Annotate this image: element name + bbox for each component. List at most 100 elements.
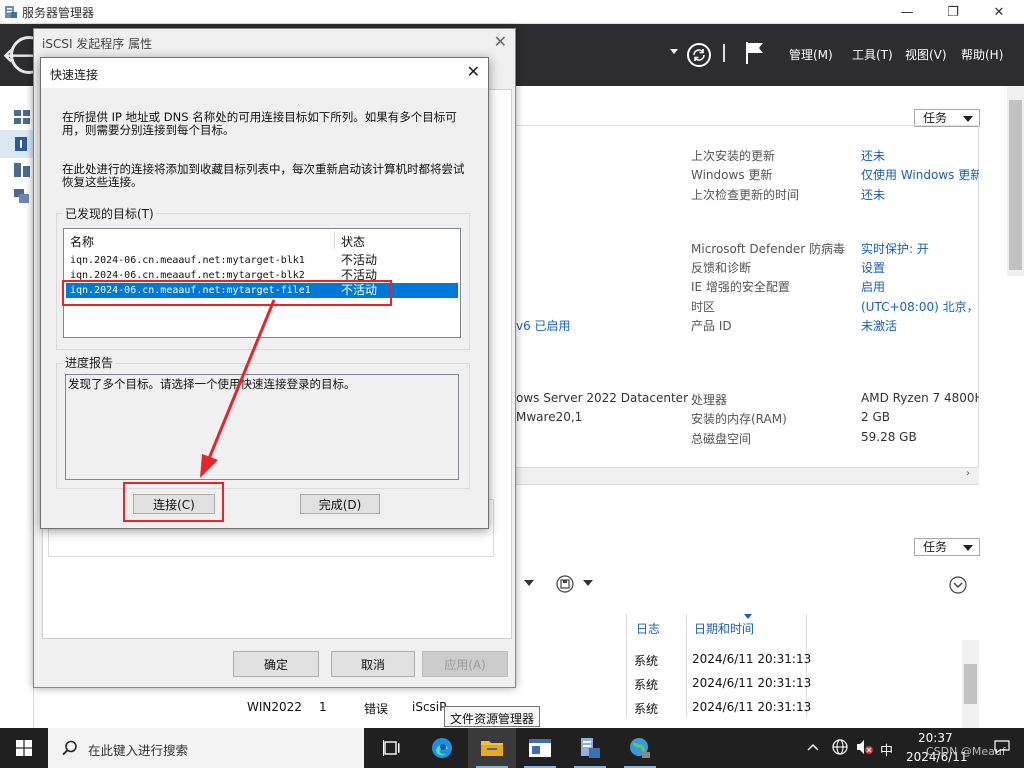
- local-server-icon[interactable]: [14, 137, 30, 151]
- column-divider: [686, 614, 687, 728]
- menu-help[interactable]: 帮助(H): [961, 46, 1003, 63]
- iscsi-close-button[interactable]: ✕: [494, 32, 507, 51]
- notifications-icon[interactable]: [994, 740, 1010, 754]
- restore-icon: ❐: [947, 4, 959, 20]
- minimize-button[interactable]: —: [884, 0, 930, 24]
- apply-button[interactable]: 应用(A): [422, 651, 508, 677]
- taskbar-network-app[interactable]: [616, 728, 664, 768]
- column-status-header[interactable]: 状态: [341, 233, 365, 250]
- event-source: iScsiP: [412, 700, 447, 714]
- events-scrollbar-thumb[interactable]: [964, 664, 977, 704]
- query-dropdown-icon[interactable]: [583, 580, 593, 586]
- network-globe-icon[interactable]: [832, 739, 848, 755]
- quick-connect-close-button[interactable]: ✕: [467, 62, 480, 81]
- notification-flag-icon[interactable]: [744, 40, 766, 66]
- taskbar-server-manager-window[interactable]: [516, 728, 564, 768]
- taskbar-edge[interactable]: [418, 728, 466, 768]
- event-log: 系统: [634, 654, 659, 668]
- taskbar-search-box[interactable]: 在此键入进行搜索: [48, 728, 364, 768]
- prop-value: AMD Ryzen 7 4800H: [861, 391, 979, 405]
- expand-chevron-icon[interactable]: [949, 576, 967, 594]
- taskbar-file-explorer[interactable]: [468, 728, 516, 768]
- minimize-icon: —: [900, 4, 914, 20]
- progress-report-label: 进度报告: [63, 354, 116, 371]
- prop-value: 2 GB: [861, 410, 890, 424]
- quick-connect-titlebar: [41, 58, 488, 88]
- save-query-icon[interactable]: [556, 575, 574, 593]
- prop-value-link[interactable]: 还未: [861, 147, 885, 164]
- prop-value: Mware20,1: [516, 410, 583, 424]
- discovered-targets-label: 已发现的目标(T): [63, 205, 156, 222]
- server-manager-icon: [581, 738, 600, 758]
- close-icon: ✕: [466, 62, 480, 81]
- scroll-right-icon[interactable]: ›: [966, 468, 970, 479]
- prop-value-link[interactable]: (UTC+08:00) 北京，重: [861, 298, 979, 315]
- show-hidden-icons-chevron-icon[interactable]: [806, 741, 820, 753]
- column-divider: [334, 231, 335, 249]
- properties-h-scrollbar[interactable]: [516, 467, 979, 484]
- prop-value-link[interactable]: 启用: [861, 278, 885, 295]
- events-header-datetime[interactable]: 日期和时间: [694, 620, 754, 637]
- done-button[interactable]: 完成(D): [300, 494, 380, 514]
- volume-muted-icon[interactable]: [856, 739, 874, 755]
- tasks-button-events[interactable]: 任务: [914, 538, 980, 556]
- main-scrollbar-thumb[interactable]: [1009, 100, 1022, 270]
- taskbar-task-view[interactable]: [368, 728, 416, 768]
- refresh-dropdown-icon[interactable]: [670, 49, 678, 54]
- prop-value: 59.28 GB: [861, 430, 917, 444]
- sort-desc-icon: [744, 614, 752, 619]
- menu-manage[interactable]: 管理(M): [789, 46, 833, 63]
- edge-browser-icon: [432, 738, 452, 758]
- prop-label: 上次安装的更新: [691, 149, 776, 163]
- header-separator: [723, 44, 725, 62]
- dashboard-icon[interactable]: [14, 110, 30, 124]
- menu-tools[interactable]: 工具(T): [852, 46, 893, 63]
- prop-label: Microsoft Defender 防病毒: [691, 242, 846, 256]
- search-icon: [62, 740, 77, 756]
- cancel-button[interactable]: 取消: [331, 651, 415, 677]
- event-log: 系统: [634, 702, 659, 716]
- filter-dropdown-icon[interactable]: [524, 580, 534, 586]
- taskbar-tooltip: 文件资源管理器: [444, 706, 540, 727]
- column-divider: [626, 614, 627, 728]
- prop-label: 产品 ID: [691, 319, 732, 333]
- prop-value-link[interactable]: v6 已启用: [516, 317, 571, 334]
- event-row-partial: [216, 718, 962, 728]
- close-button[interactable]: ✕: [976, 0, 1022, 24]
- clock-time[interactable]: 20:37: [918, 731, 953, 745]
- prop-value: ows Server 2022 Datacenter: [516, 391, 689, 405]
- prop-value-link[interactable]: 仅使用 Windows 更新: [861, 166, 979, 183]
- event-time: 2024/6/11 20:31:13: [692, 652, 812, 666]
- annotation-arrow: [200, 299, 276, 478]
- event-time: 2024/6/11 20:31:13: [692, 676, 812, 690]
- refresh-icon[interactable]: [686, 42, 712, 68]
- close-icon: ✕: [493, 32, 507, 51]
- all-servers-icon[interactable]: [14, 163, 30, 177]
- windows-start-icon[interactable]: [16, 740, 32, 756]
- prop-label: 安装的内存(RAM): [691, 412, 787, 426]
- maximize-button[interactable]: ❐: [930, 0, 976, 24]
- iscsi-dialog-title: iSCSI 发起程序 属性: [42, 37, 153, 51]
- file-storage-icon[interactable]: [14, 189, 30, 203]
- prop-value-link[interactable]: 未激活: [861, 317, 897, 334]
- prop-label: 总磁盘空间: [691, 432, 752, 446]
- events-header-log[interactable]: 日志: [636, 620, 660, 637]
- menu-view[interactable]: 视图(V): [905, 46, 947, 63]
- event-level: 错误: [364, 702, 389, 716]
- prop-value-link[interactable]: 实时保护: 开: [861, 240, 929, 257]
- quick-connect-title: 快速连接: [50, 68, 99, 82]
- ok-button[interactable]: 确定: [233, 651, 319, 677]
- target-status: 不活动: [341, 253, 378, 267]
- event-time: 2024/6/11 20:31:13: [692, 700, 812, 714]
- search-placeholder: 在此键入进行搜索: [88, 743, 189, 758]
- target-row[interactable]: iqn.2024-06.cn.meaauf.net:mytarget-blk1 …: [66, 253, 458, 268]
- prop-value-link[interactable]: 还未: [861, 186, 885, 203]
- globe-network-icon: [630, 738, 650, 758]
- prop-value-link[interactable]: 设置: [861, 259, 885, 276]
- taskbar-server-manager[interactable]: [566, 728, 614, 768]
- window-title: 服务器管理器: [22, 6, 95, 20]
- column-name-header[interactable]: 名称: [70, 233, 94, 250]
- server-manager-titlebar: [0, 0, 1024, 24]
- ime-indicator[interactable]: 中: [880, 740, 893, 759]
- prop-label: Windows 更新: [691, 168, 773, 182]
